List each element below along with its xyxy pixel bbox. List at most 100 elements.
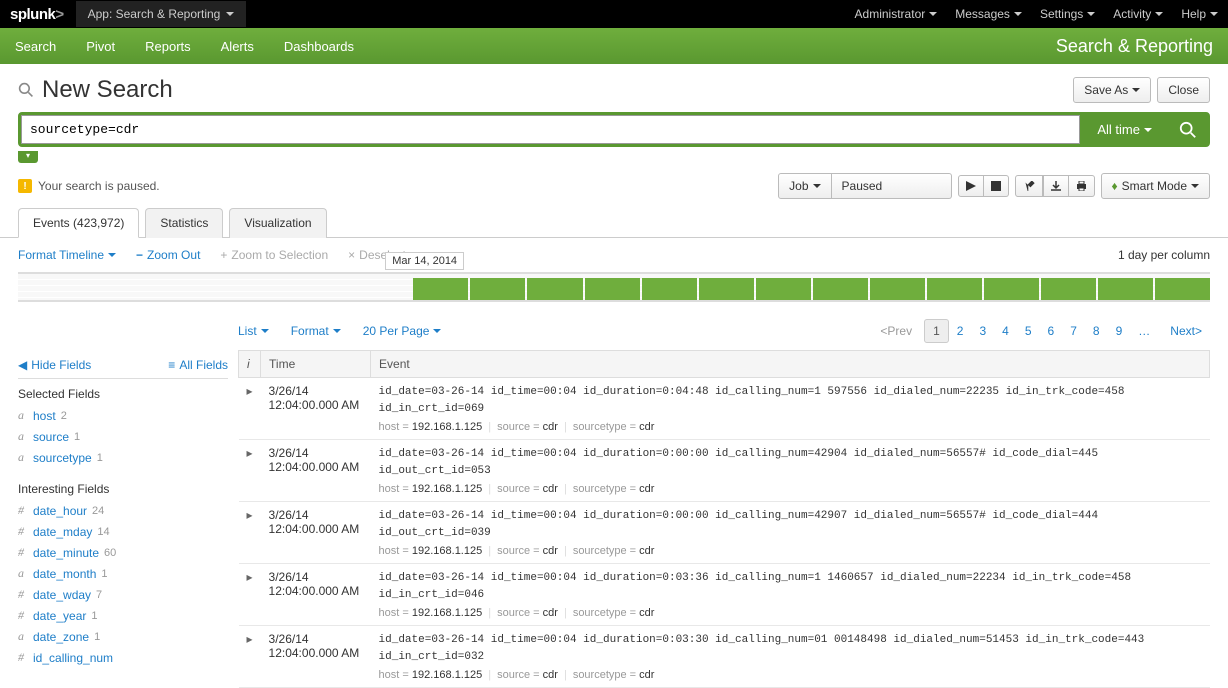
- expand-toggle[interactable]: ▸: [239, 564, 261, 626]
- nav-alerts[interactable]: Alerts: [221, 39, 254, 54]
- th-info: i: [239, 351, 261, 378]
- field-date_zone[interactable]: adate_zone 1: [18, 626, 228, 647]
- event-time: 3/26/1412:04:00.000 AM: [261, 502, 371, 564]
- menu-administrator[interactable]: Administrator: [855, 7, 938, 21]
- smart-mode-button[interactable]: ♦Smart Mode: [1101, 173, 1210, 199]
- expand-toggle[interactable]: ▸: [239, 378, 261, 440]
- search-expand-handle[interactable]: ▾: [18, 151, 38, 163]
- th-event[interactable]: Event: [371, 351, 1210, 378]
- menu-help[interactable]: Help: [1181, 7, 1218, 21]
- share-button[interactable]: [1015, 175, 1043, 197]
- download-icon: [1051, 181, 1061, 191]
- page-2[interactable]: 2: [949, 320, 972, 342]
- page-7[interactable]: 7: [1062, 320, 1085, 342]
- warning-icon: !: [18, 179, 32, 193]
- expand-toggle[interactable]: ▸: [239, 440, 261, 502]
- event-time: 3/26/1412:04:00.000 AM: [261, 378, 371, 440]
- page-4[interactable]: 4: [994, 320, 1017, 342]
- page-…[interactable]: …: [1130, 320, 1158, 342]
- field-date_mday[interactable]: #date_mday 14: [18, 521, 228, 542]
- status-message: Your search is paused.: [38, 179, 160, 193]
- nav-search[interactable]: Search: [15, 39, 56, 54]
- logo[interactable]: splunk>: [10, 6, 76, 23]
- nav-pivot[interactable]: Pivot: [86, 39, 115, 54]
- share-icon: [1023, 181, 1035, 191]
- nav-reports[interactable]: Reports: [145, 39, 191, 54]
- timeline-chart[interactable]: [18, 272, 1210, 302]
- field-date_minute[interactable]: #date_minute 60: [18, 542, 228, 563]
- page-prev[interactable]: <Prev: [872, 320, 920, 342]
- play-icon: [966, 181, 976, 191]
- print-button[interactable]: [1069, 175, 1095, 197]
- zoom-out[interactable]: −Zoom Out: [136, 248, 200, 262]
- time-range-picker[interactable]: All time: [1083, 112, 1166, 147]
- navbar: Search Pivot Reports Alerts Dashboards S…: [0, 28, 1228, 64]
- event-content: id_date=03-26-14 id_time=00:04 id_durati…: [371, 440, 1210, 502]
- event-time: 3/26/1412:04:00.000 AM: [261, 626, 371, 688]
- event-content: id_date=03-26-14 id_time=00:04 id_durati…: [371, 564, 1210, 626]
- menu-activity[interactable]: Activity: [1113, 7, 1163, 21]
- all-fields[interactable]: ≡ All Fields: [168, 358, 228, 372]
- page-9[interactable]: 9: [1108, 320, 1131, 342]
- tab-statistics[interactable]: Statistics: [145, 208, 223, 238]
- job-menu[interactable]: Job: [778, 173, 831, 199]
- page-6[interactable]: 6: [1040, 320, 1063, 342]
- pagination: <Prev 123456789… Next>: [872, 320, 1210, 342]
- timeline-date-label: Mar 14, 2014: [385, 252, 464, 270]
- tab-visualization[interactable]: Visualization: [229, 208, 326, 238]
- field-date_month[interactable]: adate_month 1: [18, 563, 228, 584]
- search-button[interactable]: [1166, 112, 1210, 147]
- event-row: ▸3/26/1412:04:00.000 AMid_date=03-26-14 …: [239, 502, 1210, 564]
- page-8[interactable]: 8: [1085, 320, 1108, 342]
- th-time[interactable]: Time: [261, 351, 371, 378]
- page-5[interactable]: 5: [1017, 320, 1040, 342]
- hide-fields[interactable]: ◀ Hide Fields: [18, 358, 91, 372]
- tab-events[interactable]: Events (423,972): [18, 208, 139, 238]
- field-host[interactable]: ahost 2: [18, 405, 228, 426]
- page-1[interactable]: 1: [924, 319, 949, 343]
- field-date_wday[interactable]: #date_wday 7: [18, 584, 228, 605]
- event-time: 3/26/1412:04:00.000 AM: [261, 564, 371, 626]
- expand-toggle[interactable]: ▸: [239, 626, 261, 688]
- save-as-button[interactable]: Save As: [1073, 77, 1151, 103]
- stop-button[interactable]: [984, 175, 1009, 197]
- expand-toggle[interactable]: ▸: [239, 502, 261, 564]
- format-timeline[interactable]: Format Timeline: [18, 248, 116, 262]
- per-page[interactable]: 20 Per Page: [363, 320, 442, 342]
- search-input[interactable]: [21, 115, 1080, 144]
- event-row: ▸3/26/1412:04:00.000 AMid_date=03-26-14 …: [239, 440, 1210, 502]
- field-sourcetype[interactable]: asourcetype 1: [18, 447, 228, 468]
- list-view[interactable]: List: [238, 320, 269, 342]
- page-next[interactable]: Next>: [1162, 320, 1210, 342]
- page-3[interactable]: 3: [971, 320, 994, 342]
- fields-panel: ◀ Hide Fields ≡ All Fields Selected Fiel…: [18, 312, 228, 688]
- field-date_hour[interactable]: #date_hour 24: [18, 500, 228, 521]
- play-button[interactable]: [958, 175, 984, 197]
- app-title: Search & Reporting: [1056, 36, 1213, 57]
- timeline-resolution: 1 day per column: [1118, 248, 1210, 262]
- field-date_year[interactable]: #date_year 1: [18, 605, 228, 626]
- menu-settings[interactable]: Settings: [1040, 7, 1095, 21]
- app-selector[interactable]: App: Search & Reporting: [76, 1, 247, 27]
- event-time: 3/26/1412:04:00.000 AM: [261, 440, 371, 502]
- field-id_calling_num[interactable]: #id_calling_num: [18, 647, 228, 668]
- zoom-to-selection: +Zoom to Selection: [220, 248, 328, 262]
- field-source[interactable]: asource 1: [18, 426, 228, 447]
- event-content: id_date=03-26-14 id_time=00:04 id_durati…: [371, 626, 1210, 688]
- stop-icon: [991, 181, 1001, 191]
- event-row: ▸3/26/1412:04:00.000 AMid_date=03-26-14 …: [239, 378, 1210, 440]
- close-button[interactable]: Close: [1157, 77, 1210, 103]
- selected-fields-title: Selected Fields: [18, 387, 228, 401]
- print-icon: [1076, 181, 1087, 191]
- events-table: i Time Event ▸3/26/1412:04:00.000 AMid_d…: [238, 350, 1210, 688]
- menu-messages[interactable]: Messages: [955, 7, 1022, 21]
- search-icon: [18, 82, 34, 98]
- nav-dashboards[interactable]: Dashboards: [284, 39, 354, 54]
- format-events[interactable]: Format: [291, 320, 341, 342]
- event-row: ▸3/26/1412:04:00.000 AMid_date=03-26-14 …: [239, 564, 1210, 626]
- export-button[interactable]: [1043, 175, 1069, 197]
- event-content: id_date=03-26-14 id_time=00:04 id_durati…: [371, 502, 1210, 564]
- job-state: Paused: [832, 173, 952, 199]
- magnify-icon: [1179, 121, 1197, 139]
- event-content: id_date=03-26-14 id_time=00:04 id_durati…: [371, 378, 1210, 440]
